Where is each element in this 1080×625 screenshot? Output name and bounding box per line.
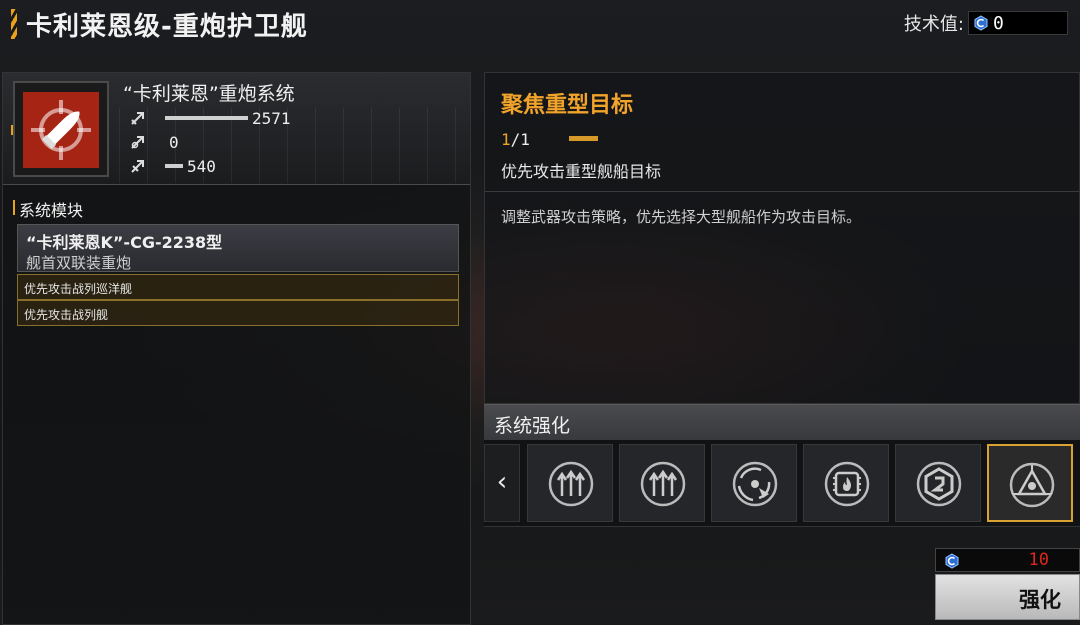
cost-gem-icon [945,553,959,569]
divider [485,191,1079,192]
enhance-slot-6[interactable] [987,444,1073,522]
stat-value-damage: 2571 [252,108,291,128]
focus-title: 聚焦重型目标 [501,93,634,118]
weapon-icon-frame [13,81,109,177]
radar-sweep-icon [732,461,778,507]
enhance-slot-2[interactable] [619,444,705,522]
stat-bar-pierce [165,164,183,168]
target-focus-icon [1009,462,1055,508]
module-card[interactable]: “卡利莱恩K”-CG-2238型 舰首双联装重炮 [17,224,459,272]
enhance-header: 系统强化 [484,404,1080,440]
focus-detail: 调整武器攻击策略，优先选择大型舰船作为攻击目标。 [501,208,862,226]
stat-value-range: 0 [169,132,179,152]
page-title: 卡利莱恩级-重炮护卫舰 [26,12,308,42]
weapon-card[interactable]: “卡利莱恩”重炮系统 2571 0 540 [3,73,470,185]
stat-bar-damage [165,116,248,120]
upgrade-cost: 10 [935,548,1080,572]
tech-gem-icon [974,15,988,31]
tech-value-box: 0 [968,11,1068,35]
focus-level: 1/1 [501,130,530,149]
stat-row-damage: 2571 [129,107,291,129]
upgrade-button[interactable]: 强化 [935,574,1080,620]
stat-value-pierce: 540 [187,156,216,176]
tech-value: 0 [993,12,1004,34]
hex-shield-icon [916,461,962,507]
weapon-name: “卡利莱恩”重炮系统 [123,83,295,105]
range-icon [131,136,144,149]
stat-row-pierce: 540 [129,155,216,177]
enhance-slot-4[interactable] [803,444,889,522]
modules-title: 系统模块 [13,197,83,221]
fire-chip-icon [824,461,870,507]
enhance-slot-3[interactable] [711,444,797,522]
header: 卡利莱恩级-重炮护卫舰 技术值: 0 [0,0,1080,52]
weapon-stats: 2571 0 540 [119,107,469,183]
enhance-title: 系统强化 [494,415,571,437]
focus-description: 优先攻击重型舰船目标 [501,162,662,181]
weapon-panel: “卡利莱恩”重炮系统 2571 0 540 系统模块 “卡利莱恩K”-CG-22… [2,72,471,625]
cost-value: 10 [1028,550,1049,570]
tech-label: 技术值: [903,14,964,35]
enhance-slot-1[interactable] [527,444,613,522]
armor-pierce-icon [131,160,144,173]
shell-crosshair-icon [31,100,91,160]
damage-icon [131,112,144,125]
level-current: 1 [501,130,511,149]
module-subtitle: 舰首双联装重炮 [26,254,132,272]
module-option-battlecruiser[interactable]: 优先攻击战列巡洋舰 [17,274,459,300]
prev-arrow-button[interactable]: ‹ [484,444,520,522]
stat-row-range: 0 [129,131,179,153]
triple-arrow-up-icon [548,461,594,507]
module-name: “卡利莱恩K”-CG-2238型 [26,233,223,252]
module-option-battleship[interactable]: 优先攻击战列舰 [17,300,459,326]
weapon-icon-bg [23,92,99,168]
level-progress-bar [569,136,598,141]
enhance-slots: ‹ [484,440,1080,527]
focus-panel: 聚焦重型目标 1/1 优先攻击重型舰船目标 调整武器攻击策略，优先选择大型舰船作… [484,72,1080,404]
level-total: /1 [510,130,530,149]
enhance-slot-5[interactable] [895,444,981,522]
tech-points: 技术值: 0 [904,10,1068,36]
title-mark [11,9,17,39]
upgrade-button-label: 强化 [1019,588,1061,612]
triple-arrow-up-icon [640,461,686,507]
